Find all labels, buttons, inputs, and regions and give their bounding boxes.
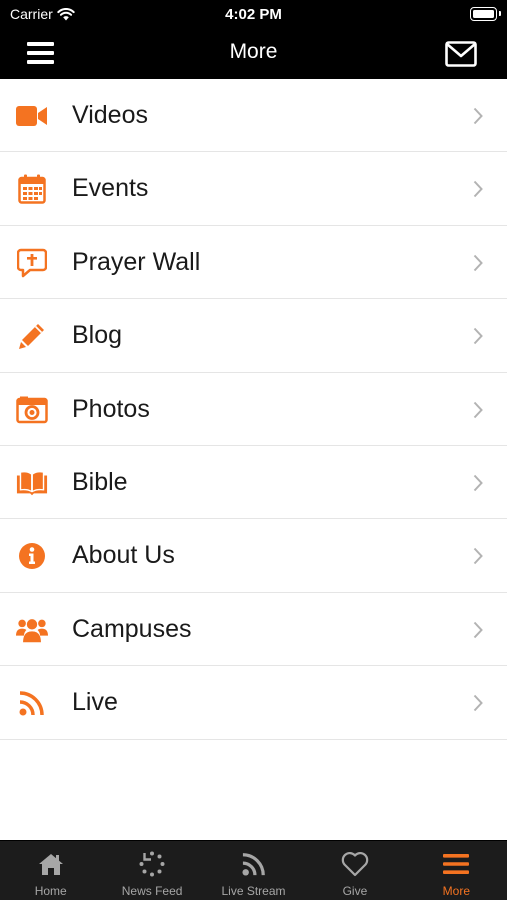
open-book-icon: [16, 467, 48, 499]
chevron-right-icon: [473, 621, 483, 638]
top-bar: Carrier 4:02 PM More: [0, 0, 507, 79]
menu-item-live[interactable]: Live: [0, 666, 507, 740]
chevron-right-icon: [473, 548, 483, 565]
chevron-right-icon: [473, 474, 483, 492]
menu-item-prayer-wall[interactable]: Prayer Wall: [0, 225, 507, 300]
menu-item-label: Events: [72, 174, 149, 203]
rss-icon: [239, 850, 269, 878]
more-menu-list: Videos Events Prayer Wall Blog Photos Bi…: [0, 79, 507, 740]
tab-label: Give: [342, 884, 368, 898]
tab-live-stream[interactable]: Live Stream: [203, 841, 304, 900]
menu-item-blog[interactable]: Blog: [0, 299, 507, 373]
status-time: 4:02 PM: [225, 6, 282, 23]
menu-icon: [441, 850, 471, 878]
camera-icon: [16, 394, 48, 426]
chevron-right-icon: [473, 327, 483, 345]
chevron-right-icon: [473, 107, 483, 125]
tab-label: Home: [34, 884, 67, 898]
refresh-icon: [137, 850, 167, 878]
users-icon: [16, 614, 48, 646]
info-icon: [16, 540, 48, 572]
menu-item-photos[interactable]: Photos: [0, 372, 507, 446]
chevron-right-icon: [473, 181, 483, 198]
tab-label: Live Stream: [221, 884, 286, 898]
menu-item-about-us[interactable]: About Us: [0, 519, 507, 593]
prayer-bubble-icon: [16, 247, 48, 279]
menu-item-label: Prayer Wall: [72, 247, 201, 276]
menu-item-label: About Us: [72, 541, 175, 570]
mail-icon[interactable]: [445, 41, 477, 67]
menu-item-label: Photos: [72, 394, 150, 423]
tab-more[interactable]: More: [406, 841, 507, 900]
menu-item-events[interactable]: Events: [0, 152, 507, 226]
menu-item-bible[interactable]: Bible: [0, 445, 507, 520]
pencil-icon: [16, 320, 48, 352]
menu-item-label: Videos: [72, 101, 148, 129]
rss-icon: [16, 687, 48, 719]
calendar-icon: [16, 173, 48, 205]
more-screen: Carrier 4:02 PM More Videos Events Praye…: [0, 0, 507, 900]
menu-item-campuses[interactable]: Campuses: [0, 592, 507, 667]
tab-bar: Home News Feed Live Stream Give More: [0, 840, 507, 900]
menu-item-label: Live: [72, 688, 118, 717]
tab-home[interactable]: Home: [0, 841, 101, 900]
tab-label: News Feed: [121, 884, 183, 898]
menu-item-label: Blog: [72, 321, 123, 350]
tab-label: More: [442, 884, 470, 898]
chevron-right-icon: [473, 254, 483, 271]
status-bar: Carrier 4:02 PM: [0, 0, 507, 28]
tab-news-feed[interactable]: News Feed: [101, 841, 202, 900]
video-camera-icon: [16, 100, 48, 132]
page-title: More: [229, 40, 278, 63]
home-icon: [36, 850, 66, 878]
heart-icon: [340, 850, 370, 878]
chevron-right-icon: [473, 694, 483, 712]
tab-give[interactable]: Give: [304, 841, 405, 900]
battery-icon: [470, 7, 501, 21]
menu-item-label: Bible: [72, 467, 128, 496]
chevron-right-icon: [473, 401, 483, 418]
nav-bar: More: [0, 28, 507, 79]
menu-item-label: Campuses: [72, 614, 192, 643]
menu-item-videos[interactable]: Videos: [0, 79, 507, 153]
